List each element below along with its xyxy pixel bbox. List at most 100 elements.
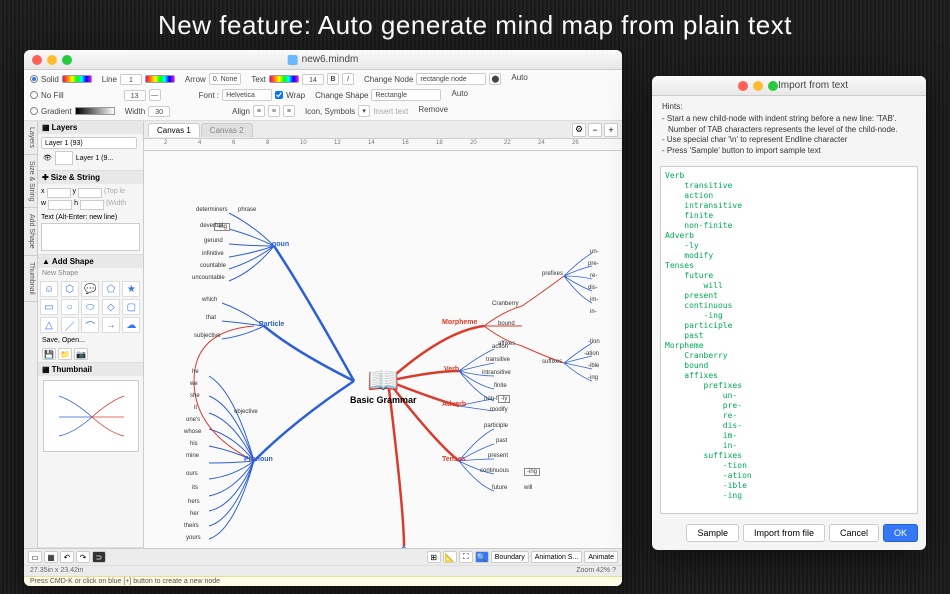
minimize-window[interactable]	[47, 55, 57, 65]
branch-morpheme[interactable]: Morpheme	[442, 319, 477, 326]
mindmap-leaf[interactable]: present	[488, 453, 508, 459]
tab-remove[interactable]: −	[588, 123, 602, 137]
mindmap-leaf[interactable]: theirs	[184, 523, 199, 529]
nofill-radio[interactable]	[30, 91, 38, 99]
mindmap-leaf[interactable]: phrase	[238, 207, 256, 213]
tool-ruler[interactable]: 📐	[443, 551, 457, 563]
center-node[interactable]: 📖 Basic Grammar	[350, 367, 417, 405]
mindmap-leaf[interactable]: which	[202, 297, 217, 303]
line-style[interactable]: —	[149, 89, 161, 101]
branch-tenses[interactable]: Tenses	[442, 456, 466, 463]
side-tab-thumb[interactable]: Thumbnail	[24, 256, 37, 302]
canvas[interactable]: 📖 Basic Grammar noun Particle Pronoun Mo…	[144, 151, 622, 548]
shape-diamond[interactable]: ◇	[102, 299, 120, 315]
mindmap-leaf[interactable]: yours	[186, 535, 201, 541]
branch-pronoun[interactable]: Pronoun	[244, 456, 273, 463]
mindmap-leaf[interactable]: its	[192, 485, 198, 491]
tool-2[interactable]: ▦	[44, 551, 58, 563]
mindmap-leaf[interactable]: modify	[490, 407, 508, 413]
mindmap-leaf[interactable]: one's	[186, 417, 200, 423]
shape-line[interactable]: ／	[61, 317, 79, 333]
tool-3[interactable]: ↶	[60, 551, 74, 563]
shape-rect[interactable]: ▭	[40, 299, 58, 315]
mindmap-leaf[interactable]: infinitive	[202, 251, 224, 257]
h-input[interactable]	[80, 200, 104, 210]
mindmap-leaf[interactable]: dis-	[588, 285, 598, 291]
change-node-select[interactable]: rectangle node	[416, 73, 486, 85]
branch-adverb[interactable]: Adverb	[442, 401, 466, 408]
symbol-dropdown[interactable]: ▾	[358, 105, 370, 117]
fill-color-picker[interactable]	[62, 75, 92, 83]
font-select[interactable]: Helvetica	[222, 89, 272, 101]
shape-bubble[interactable]: 💬	[81, 281, 99, 297]
mindmap-leaf[interactable]: re-	[590, 273, 597, 279]
shape-rrect[interactable]: ▢	[122, 299, 140, 315]
dialog-maximize[interactable]	[768, 81, 778, 91]
shape-triangle[interactable]: △	[40, 317, 58, 333]
shape-hex[interactable]: ⬡	[61, 281, 79, 297]
mindmap-leaf[interactable]: uncountable	[192, 275, 225, 281]
arrow-select[interactable]: 0. None	[209, 73, 242, 85]
shape-arc[interactable]: ⌒	[81, 317, 99, 333]
import-text-editor[interactable]: Verb transitive action intransitive fini…	[660, 166, 918, 514]
italic-button[interactable]: I	[342, 73, 354, 85]
mindmap-leaf[interactable]: she	[190, 393, 200, 399]
mindmap-leaf[interactable]: countable	[200, 263, 226, 269]
ok-button[interactable]: OK	[883, 524, 918, 542]
mindmap-leaf[interactable]: he	[192, 369, 199, 375]
boundary-select[interactable]: Boundary	[491, 551, 529, 563]
cancel-button[interactable]: Cancel	[829, 524, 879, 542]
tool-magnet[interactable]: ⊃	[92, 551, 106, 563]
mindmap-leaf[interactable]: -ible	[588, 363, 599, 369]
font-size-input[interactable]: 14	[302, 74, 324, 85]
text-input[interactable]	[41, 223, 140, 251]
shape-circle[interactable]: ○	[61, 299, 79, 315]
mindmap-leaf[interactable]: pre-	[588, 261, 599, 267]
gradient-preview[interactable]	[75, 107, 115, 115]
mindmap-leaf[interactable]: transitive	[486, 357, 510, 363]
maximize-window[interactable]	[62, 55, 72, 65]
mindmap-leaf[interactable]: finite	[494, 383, 507, 389]
node-color-button[interactable]: ⬤	[489, 73, 501, 85]
mindmap-leaf[interactable]: ours	[186, 471, 198, 477]
help-button[interactable]: ?	[612, 567, 616, 574]
line-color-picker[interactable]	[145, 75, 175, 83]
x-input[interactable]	[47, 188, 71, 198]
tool-grid[interactable]: ⊞	[427, 551, 441, 563]
mindmap-leaf[interactable]: in-	[590, 309, 597, 315]
mindmap-leaf[interactable]: -ing	[524, 468, 540, 476]
mindmap-leaf[interactable]: intransitive	[482, 370, 511, 376]
layer-visible-icon[interactable]: 👁	[43, 154, 52, 162]
dialog-minimize[interactable]	[753, 81, 763, 91]
save-open-label[interactable]: Save, Open...	[38, 335, 143, 346]
change-shape-select[interactable]: Rectangle	[371, 89, 441, 101]
tool-zoom[interactable]: 🔍	[475, 551, 489, 563]
mindmap-leaf[interactable]: that	[206, 315, 216, 321]
mindmap-leaf[interactable]: -ing	[588, 375, 598, 381]
mindmap-leaf[interactable]: we	[190, 381, 198, 387]
shape-star[interactable]: ★	[122, 281, 140, 297]
mindmap-leaf[interactable]: continuous	[480, 468, 509, 474]
thumbnail-preview[interactable]	[43, 380, 139, 452]
branch-noun[interactable]: noun	[272, 241, 289, 248]
text-color-picker[interactable]	[269, 75, 299, 83]
mindmap-leaf[interactable]: it	[194, 405, 197, 411]
mindmap-leaf[interactable]: suffixes	[542, 359, 562, 365]
branch-verb[interactable]: Verb	[444, 366, 459, 373]
shape-ellipse[interactable]: ⬭	[81, 299, 99, 315]
branch-particle[interactable]: Particle	[259, 321, 284, 328]
mindmap-leaf[interactable]: -tion	[588, 339, 600, 345]
close-window[interactable]	[32, 55, 42, 65]
sample-button[interactable]: Sample	[686, 524, 739, 542]
layer-selector[interactable]: Layer 1 (93)	[41, 137, 137, 149]
shape-arrow[interactable]: →	[102, 317, 120, 333]
side-tab-layers[interactable]: Layers	[24, 121, 37, 155]
mindmap-leaf[interactable]: -ly	[498, 395, 510, 403]
line-dash-input[interactable]: 13	[124, 90, 146, 101]
mindmap-leaf[interactable]: her	[190, 511, 199, 517]
mindmap-leaf[interactable]: Cranberry	[492, 301, 519, 307]
folder-icon[interactable]: 📁	[58, 348, 72, 360]
bold-button[interactable]: B	[327, 73, 339, 85]
insert-text-placeholder[interactable]: Insert text	[373, 107, 408, 116]
mindmap-leaf[interactable]: -ation	[584, 351, 599, 357]
